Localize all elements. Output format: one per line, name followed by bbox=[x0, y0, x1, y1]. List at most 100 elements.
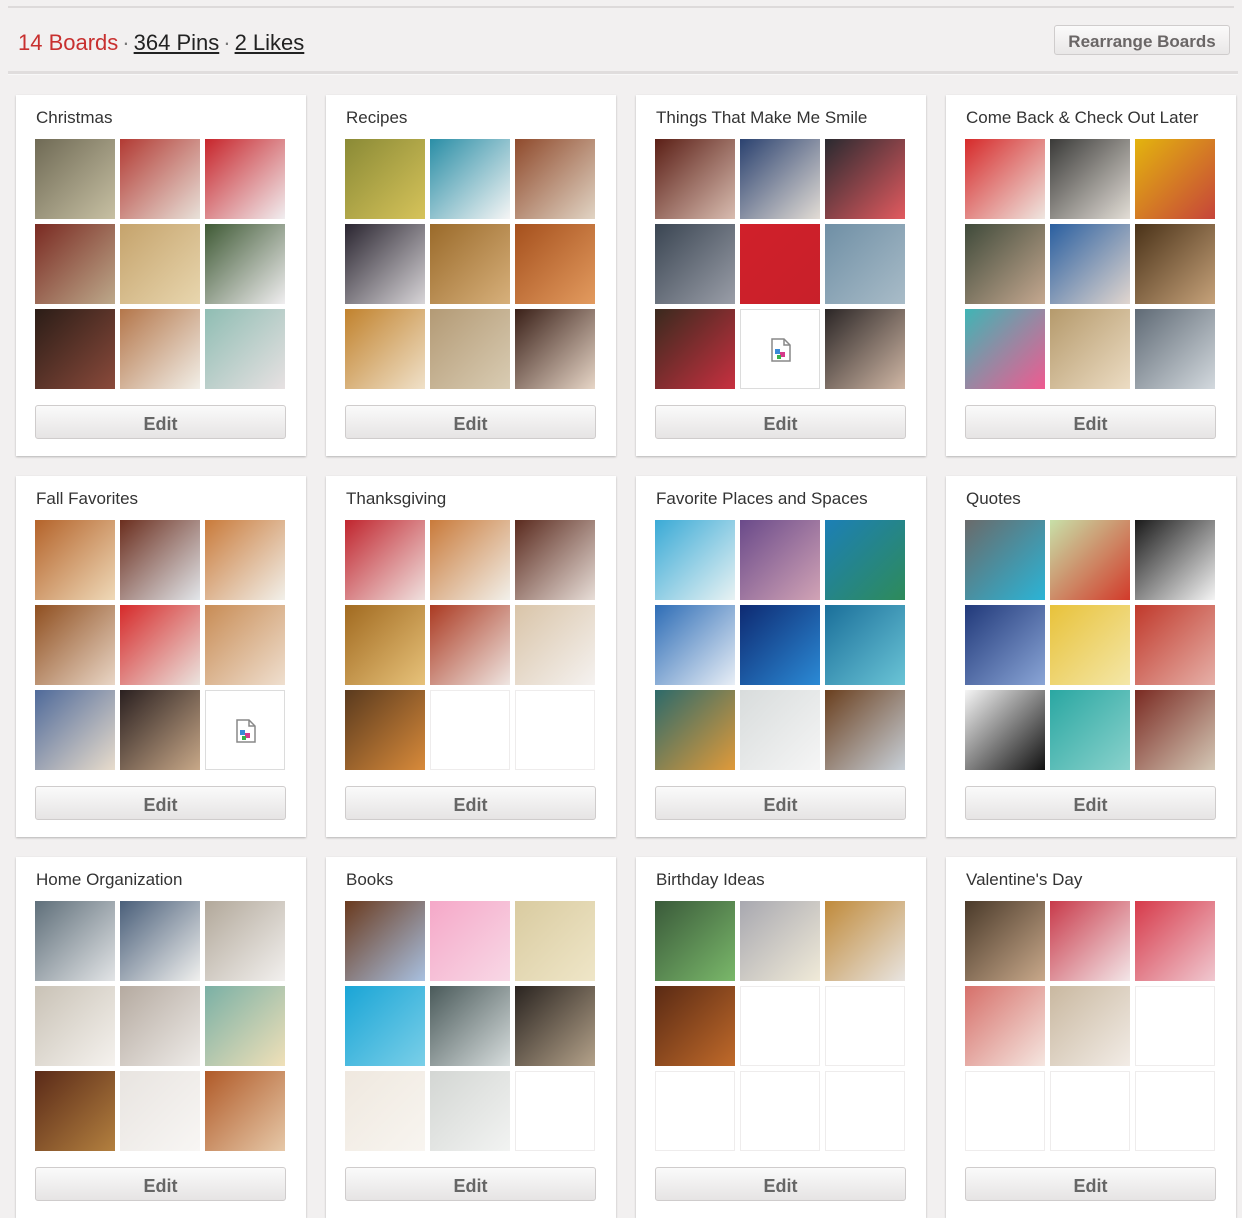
pin-thumbnail[interactable] bbox=[1135, 309, 1215, 389]
board-card-favorite-places-and-spaces[interactable]: Favorite Places and Spaces Edit bbox=[636, 476, 926, 837]
pin-thumbnail[interactable] bbox=[655, 139, 735, 219]
pin-thumbnail[interactable] bbox=[35, 901, 115, 981]
pin-thumbnail[interactable] bbox=[655, 309, 735, 389]
pin-thumbnail[interactable] bbox=[35, 605, 115, 685]
pin-thumbnail[interactable] bbox=[1135, 139, 1215, 219]
board-title[interactable]: Valentine's Day bbox=[966, 870, 1082, 890]
pin-thumbnail[interactable] bbox=[430, 1071, 510, 1151]
pin-thumbnail[interactable] bbox=[120, 139, 200, 219]
pin-thumbnail[interactable] bbox=[1050, 520, 1130, 600]
pin-thumbnail[interactable] bbox=[655, 224, 735, 304]
pin-thumbnail[interactable] bbox=[740, 690, 820, 770]
pin-thumbnail[interactable] bbox=[1135, 224, 1215, 304]
pins-count-link[interactable]: 364 Pins bbox=[134, 30, 220, 55]
pin-thumbnail[interactable] bbox=[965, 224, 1045, 304]
pin-thumbnail[interactable] bbox=[205, 605, 285, 685]
pin-thumbnail[interactable] bbox=[430, 986, 510, 1066]
edit-board-button[interactable]: Edit bbox=[965, 786, 1216, 820]
pin-thumbnail[interactable] bbox=[35, 139, 115, 219]
likes-count-link[interactable]: 2 Likes bbox=[235, 30, 305, 55]
pin-thumbnail[interactable] bbox=[345, 139, 425, 219]
pin-thumbnail[interactable] bbox=[35, 1071, 115, 1151]
board-title[interactable]: Home Organization bbox=[36, 870, 182, 890]
pin-thumbnail[interactable] bbox=[515, 986, 595, 1066]
pin-thumbnail[interactable] bbox=[430, 309, 510, 389]
edit-board-button[interactable]: Edit bbox=[965, 1167, 1216, 1201]
board-card-christmas[interactable]: Christmas Edit bbox=[16, 95, 306, 456]
board-card-books[interactable]: Books Edit bbox=[326, 857, 616, 1218]
pin-thumbnail[interactable] bbox=[655, 690, 735, 770]
pin-thumbnail[interactable] bbox=[655, 986, 735, 1066]
pin-thumbnail[interactable] bbox=[740, 224, 820, 304]
pin-thumbnail[interactable] bbox=[120, 520, 200, 600]
pin-thumbnail[interactable] bbox=[515, 139, 595, 219]
pin-thumbnail[interactable] bbox=[1050, 605, 1130, 685]
pin-thumbnail[interactable] bbox=[965, 605, 1045, 685]
pin-thumbnail[interactable] bbox=[825, 520, 905, 600]
edit-board-button[interactable]: Edit bbox=[965, 405, 1216, 439]
board-card-thanksgiving[interactable]: Thanksgiving Edit bbox=[326, 476, 616, 837]
board-title[interactable]: Books bbox=[346, 870, 393, 890]
pin-thumbnail[interactable] bbox=[965, 520, 1045, 600]
pin-thumbnail[interactable] bbox=[430, 901, 510, 981]
pin-thumbnail[interactable] bbox=[120, 1071, 200, 1151]
broken-image-icon[interactable] bbox=[205, 690, 285, 770]
pin-thumbnail[interactable] bbox=[35, 309, 115, 389]
pin-thumbnail[interactable] bbox=[825, 901, 905, 981]
pin-thumbnail[interactable] bbox=[515, 520, 595, 600]
edit-board-button[interactable]: Edit bbox=[35, 1167, 286, 1201]
rearrange-boards-button[interactable]: Rearrange Boards bbox=[1054, 25, 1230, 55]
pin-thumbnail[interactable] bbox=[1050, 986, 1130, 1066]
pin-thumbnail[interactable] bbox=[35, 224, 115, 304]
board-card-quotes[interactable]: Quotes Edit bbox=[946, 476, 1236, 837]
edit-board-button[interactable]: Edit bbox=[655, 405, 906, 439]
edit-board-button[interactable]: Edit bbox=[655, 786, 906, 820]
pin-thumbnail[interactable] bbox=[205, 901, 285, 981]
pin-thumbnail[interactable] bbox=[1050, 139, 1130, 219]
pin-thumbnail[interactable] bbox=[740, 605, 820, 685]
pin-thumbnail[interactable] bbox=[120, 690, 200, 770]
pin-thumbnail[interactable] bbox=[965, 690, 1045, 770]
pin-thumbnail[interactable] bbox=[345, 901, 425, 981]
pin-thumbnail[interactable] bbox=[825, 605, 905, 685]
board-title[interactable]: Favorite Places and Spaces bbox=[656, 489, 868, 509]
pin-thumbnail[interactable] bbox=[205, 1071, 285, 1151]
pin-thumbnail[interactable] bbox=[1050, 224, 1130, 304]
pin-thumbnail[interactable] bbox=[430, 139, 510, 219]
boards-count[interactable]: 14 Boards bbox=[18, 30, 118, 55]
edit-board-button[interactable]: Edit bbox=[35, 405, 286, 439]
pin-thumbnail[interactable] bbox=[345, 690, 425, 770]
pin-thumbnail[interactable] bbox=[345, 605, 425, 685]
board-card-valentine-s-day[interactable]: Valentine's Day Edit bbox=[946, 857, 1236, 1218]
edit-board-button[interactable]: Edit bbox=[345, 1167, 596, 1201]
pin-thumbnail[interactable] bbox=[345, 309, 425, 389]
board-title[interactable]: Things That Make Me Smile bbox=[656, 108, 867, 128]
broken-image-icon[interactable] bbox=[740, 309, 820, 389]
pin-thumbnail[interactable] bbox=[345, 1071, 425, 1151]
edit-board-button[interactable]: Edit bbox=[345, 786, 596, 820]
pin-thumbnail[interactable] bbox=[740, 901, 820, 981]
pin-thumbnail[interactable] bbox=[120, 605, 200, 685]
pin-thumbnail[interactable] bbox=[515, 605, 595, 685]
board-title[interactable]: Birthday Ideas bbox=[656, 870, 765, 890]
edit-board-button[interactable]: Edit bbox=[655, 1167, 906, 1201]
board-card-come-back-check-out-later[interactable]: Come Back & Check Out Later Edit bbox=[946, 95, 1236, 456]
pin-thumbnail[interactable] bbox=[430, 520, 510, 600]
pin-thumbnail[interactable] bbox=[345, 986, 425, 1066]
pin-thumbnail[interactable] bbox=[1050, 901, 1130, 981]
board-title[interactable]: Recipes bbox=[346, 108, 407, 128]
pin-thumbnail[interactable] bbox=[825, 139, 905, 219]
pin-thumbnail[interactable] bbox=[655, 605, 735, 685]
board-card-fall-favorites[interactable]: Fall Favorites Edit bbox=[16, 476, 306, 837]
pin-thumbnail[interactable] bbox=[1050, 309, 1130, 389]
pin-thumbnail[interactable] bbox=[1135, 690, 1215, 770]
pin-thumbnail[interactable] bbox=[1050, 690, 1130, 770]
board-card-home-organization[interactable]: Home Organization Edit bbox=[16, 857, 306, 1218]
pin-thumbnail[interactable] bbox=[430, 605, 510, 685]
pin-thumbnail[interactable] bbox=[35, 986, 115, 1066]
pin-thumbnail[interactable] bbox=[345, 520, 425, 600]
pin-thumbnail[interactable] bbox=[1135, 520, 1215, 600]
pin-thumbnail[interactable] bbox=[345, 224, 425, 304]
edit-board-button[interactable]: Edit bbox=[345, 405, 596, 439]
pin-thumbnail[interactable] bbox=[205, 139, 285, 219]
